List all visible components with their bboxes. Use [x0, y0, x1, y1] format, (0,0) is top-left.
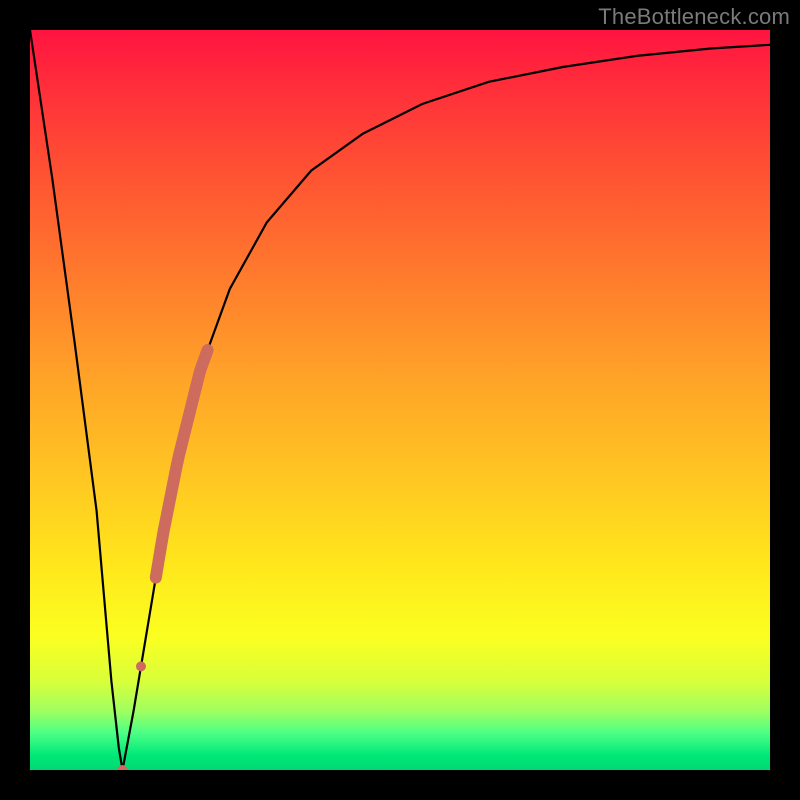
bottleneck-curve-svg — [30, 30, 770, 770]
bottleneck-curve-path — [30, 30, 770, 770]
plot-area — [30, 30, 770, 770]
chart-frame: TheBottleneck.com — [0, 0, 800, 800]
highlight-segment-path — [156, 350, 208, 578]
minimum-dot-icon — [118, 765, 128, 770]
watermark-text: TheBottleneck.com — [598, 4, 790, 30]
highlight-dot-icon — [136, 661, 146, 671]
